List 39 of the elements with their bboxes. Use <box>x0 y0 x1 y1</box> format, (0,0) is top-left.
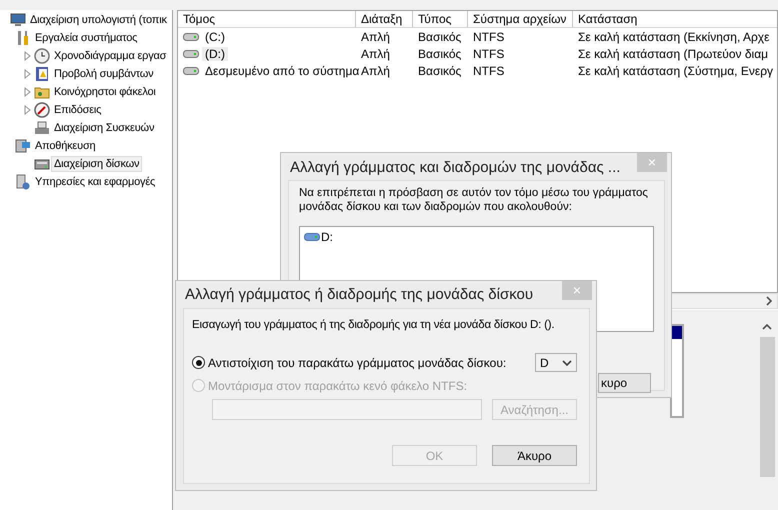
column-header[interactable]: Τόμος <box>178 11 356 28</box>
table-cell-text: (C:) <box>204 30 226 44</box>
table-cell: Απλή <box>361 64 390 78</box>
table-cell: NTFS <box>473 64 504 78</box>
tree-item[interactable]: Υπηρεσίες και εφαρμογές <box>32 174 158 190</box>
table-cell-text: Δεσμευμένο από το σύστημα <box>204 64 360 78</box>
dialog-description: Να επιτρέπεται η πρόσβαση σε αυτόν τον τόμο μέσω του γράμματος μονάδας δίσκου και των διαδρομών που ακολουθούν: <box>299 186 649 214</box>
column-header[interactable]: Κατάσταση <box>573 11 777 28</box>
tree-item[interactable]: Προβολή συμβάντων <box>51 66 156 82</box>
table-cell: NTFS <box>473 46 504 60</box>
table-cell: Σε καλή κατάσταση (Σύστημα, Ενεργ <box>578 64 774 78</box>
table-cell: Απλή <box>361 30 390 44</box>
table-cell: Βασικός <box>418 30 462 44</box>
tree-item[interactable]: Διαχείριση υπολογιστή (τοπικ <box>27 12 170 28</box>
tree-item[interactable]: Χρονοδιάγραμμα εργασ <box>51 48 170 64</box>
table-cell: (D:) <box>202 46 228 60</box>
table-cell: Απλή <box>361 46 390 60</box>
tree-item[interactable]: Διαχείριση Συσκευών <box>51 120 158 136</box>
table-cell: Βασικός <box>418 46 462 60</box>
tree-item[interactable]: Αποθήκευση <box>32 138 98 154</box>
dialog-description: Εισαγωγή του γράμματος ή της διαδρομής για τη νέα μονάδα δίσκου D: (). <box>192 319 556 331</box>
column-header[interactable]: Σύστημα αρχείων <box>468 11 573 28</box>
table-cell: Σε καλή κατάσταση (Εκκίνηση, Αρχε <box>578 30 770 44</box>
option-label[interactable]: Αντιστοίχιση του παρακάτω γράμματος μονάδας δίσκου: <box>208 356 506 370</box>
cancel-button[interactable]: Άκυρο <box>492 445 577 466</box>
tree-item[interactable]: Εργαλεία συστήματος <box>32 30 140 46</box>
table-cell: Σε καλή κατάσταση (Πρωτεύον διαμ <box>578 46 768 60</box>
tree-item[interactable]: Επιδόσεις <box>51 102 104 118</box>
column-header[interactable]: Διάταξη <box>356 11 413 28</box>
path-item[interactable]: D: <box>321 230 333 244</box>
dialog-title: Αλλαγή γράμματος ή διαδρομής της μονάδας δίσκου <box>185 286 534 303</box>
table-cell: NTFS <box>473 30 504 44</box>
dialog-title: Αλλαγή γράμματος και διαδρομών της μονάδας ... <box>290 159 620 176</box>
table-cell: Βασικός <box>418 64 462 78</box>
column-header[interactable]: Τύπος <box>413 11 468 28</box>
drive-letter-dropdown[interactable]: D <box>535 353 577 372</box>
tree-item[interactable]: Διαχείριση δίσκων <box>51 156 142 172</box>
tree-item[interactable]: Κοινόχρηστοι φάκελοι <box>51 84 159 100</box>
cancel-button[interactable]: κυρο <box>598 373 651 393</box>
